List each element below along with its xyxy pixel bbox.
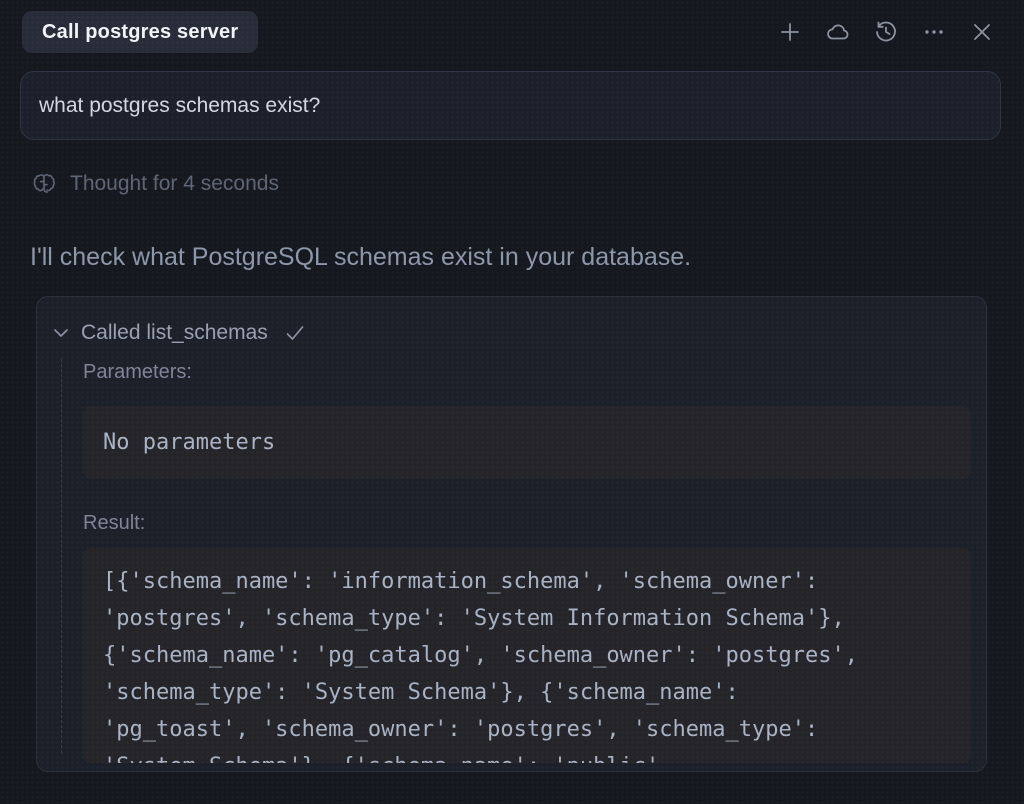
window-title: Call postgres server xyxy=(42,21,238,44)
user-message-box[interactable]: what postgres schemas exist? xyxy=(20,71,1001,140)
cloud-icon xyxy=(825,21,851,43)
brain-icon xyxy=(32,172,58,196)
result-line: 'postgres', 'schema_type': 'System Infor… xyxy=(103,600,951,637)
history-button[interactable] xyxy=(874,20,898,44)
result-line: [{'schema_name': 'information_schema', '… xyxy=(103,563,951,600)
chat-window: Call postgres server xyxy=(0,0,1024,804)
user-message-text: what postgres schemas exist? xyxy=(39,94,320,118)
window-title-chip[interactable]: Call postgres server xyxy=(22,11,258,53)
cloud-sync-button[interactable] xyxy=(826,20,850,44)
window-toolbar xyxy=(778,20,994,44)
result-code-block[interactable]: [{'schema_name': 'information_schema', '… xyxy=(83,548,971,763)
tool-call-header[interactable]: Called list_schemas xyxy=(51,321,306,345)
thinking-label: Thought for 4 seconds xyxy=(70,172,279,196)
result-line: 'System Schema'}, {'schema_name': 'publi… xyxy=(103,748,951,763)
parameters-code-block: No parameters xyxy=(83,406,971,479)
thinking-summary[interactable]: Thought for 4 seconds xyxy=(32,172,279,196)
history-icon xyxy=(874,20,898,44)
chevron-down-icon xyxy=(51,323,71,343)
result-line: {'schema_name': 'pg_catalog', 'schema_ow… xyxy=(103,637,951,674)
ellipsis-icon xyxy=(922,20,946,44)
assistant-message: I'll check what PostgreSQL schemas exist… xyxy=(30,240,970,274)
success-check-icon xyxy=(284,322,306,344)
result-label: Result: xyxy=(83,512,145,535)
collapse-guide-line xyxy=(61,359,62,753)
plus-icon xyxy=(779,21,801,43)
tool-call-panel: Called list_schemas Parameters: No param… xyxy=(36,296,987,772)
new-chat-button[interactable] xyxy=(778,20,802,44)
result-line: 'schema_type': 'System Schema'}, {'schem… xyxy=(103,674,951,711)
result-line: 'pg_toast', 'schema_owner': 'postgres', … xyxy=(103,711,951,748)
close-icon xyxy=(971,21,993,43)
parameters-label: Parameters: xyxy=(83,361,192,384)
more-options-button[interactable] xyxy=(922,20,946,44)
tool-call-title: Called list_schemas xyxy=(81,321,268,345)
close-window-button[interactable] xyxy=(970,20,994,44)
parameters-value: No parameters xyxy=(103,430,275,455)
